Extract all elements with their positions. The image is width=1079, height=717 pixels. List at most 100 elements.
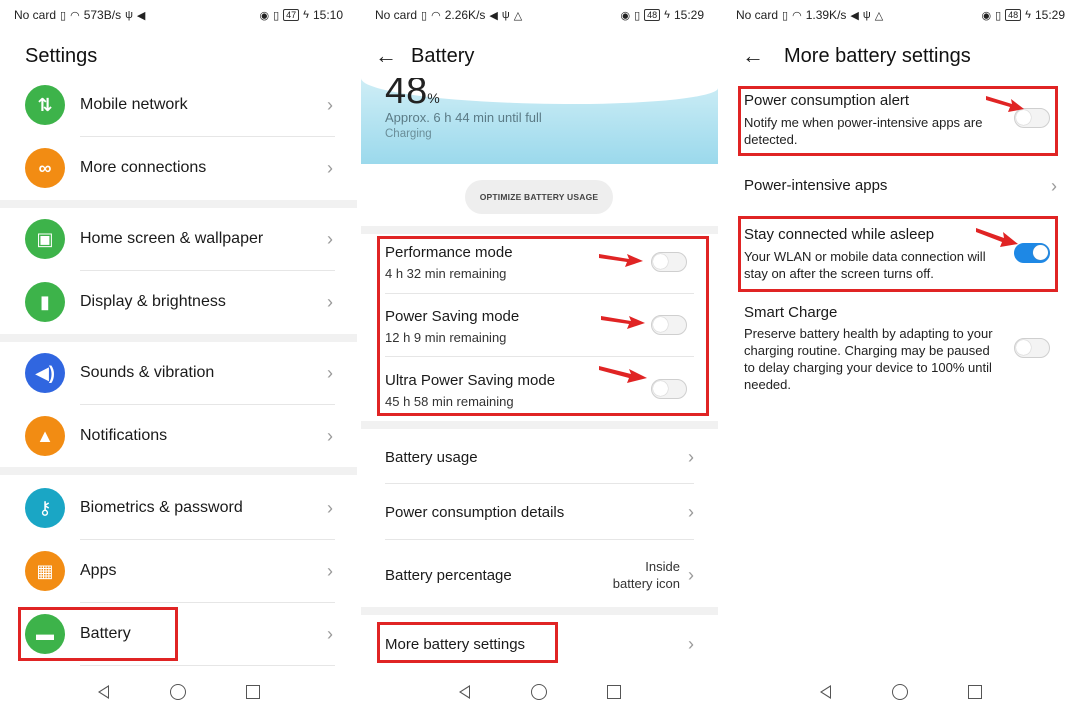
cast-icon: ◀: [136, 9, 146, 22]
usb-icon: ψ: [501, 9, 510, 21]
battery-level: 48: [1005, 9, 1022, 21]
eye-icon: ◉: [981, 9, 992, 22]
settings-item-biometrics[interactable]: ⚷ Biometrics & password ›: [0, 487, 357, 529]
back-arrow-icon[interactable]: ←: [722, 43, 784, 69]
section-gap: [361, 421, 718, 429]
item-label: More battery settings: [385, 635, 526, 653]
carrier-text: No card: [14, 8, 57, 22]
performance-mode-toggle[interactable]: [651, 252, 687, 272]
item-label: Battery usage: [385, 448, 478, 466]
navigation-bar: [0, 667, 357, 717]
setting-title: Smart Charge: [744, 304, 838, 321]
settings-item-sounds[interactable]: ◀) Sounds & vibration ›: [0, 352, 357, 394]
home-nav-icon[interactable]: [530, 684, 547, 700]
settings-item-label: Notifications: [80, 427, 168, 444]
page-title: Battery: [411, 44, 475, 67]
settings-item-notifications[interactable]: ▲ Notifications ›: [0, 415, 357, 457]
network-speed: 2.26K/s: [444, 8, 486, 22]
settings-item-label: Display & brightness: [80, 293, 226, 310]
key-icon: ⚷: [25, 488, 65, 528]
item-label: Power consumption details: [385, 503, 565, 521]
chevron-right-icon: ›: [327, 560, 333, 581]
page-title: More battery settings: [784, 44, 971, 67]
chevron-right-icon: ›: [327, 623, 333, 644]
sim-icon: ▯: [782, 9, 789, 22]
settings-item-home-screen[interactable]: ▣ Home screen & wallpaper ›: [0, 218, 357, 260]
settings-screen: No card ▯ ◠ 573B/s ψ ◀ ◉ ▯ 47 ϟ 15:10 Se…: [0, 0, 357, 717]
settings-item-label: Mobile network: [80, 96, 188, 113]
back-arrow-icon[interactable]: ←: [361, 43, 411, 69]
navigation-bar: [361, 667, 718, 717]
recents-nav-icon[interactable]: [967, 685, 982, 699]
recents-nav-icon[interactable]: [606, 685, 621, 699]
chevron-right-icon: ›: [688, 501, 694, 522]
mode-title: Ultra Power Saving mode: [385, 372, 556, 389]
mobile-data-icon: ⇅: [25, 85, 65, 125]
settings-item-label: Apps: [80, 562, 117, 579]
divider: [385, 293, 694, 294]
navigation-bar: [722, 667, 1079, 717]
chevron-right-icon: ›: [327, 157, 333, 178]
more-battery-settings-row[interactable]: More battery settings ›: [361, 623, 718, 665]
settings-item-label: Battery: [80, 625, 131, 642]
divider: [385, 483, 694, 484]
vibrate-icon: ▯: [634, 9, 641, 22]
back-nav-icon[interactable]: [97, 684, 110, 700]
home-nav-icon[interactable]: [891, 684, 908, 700]
settings-item-apps[interactable]: ▦ Apps ›: [0, 550, 357, 592]
vibrate-icon: ▯: [273, 9, 280, 22]
eye-icon: ◉: [620, 9, 631, 22]
wifi-icon: ◠: [70, 9, 80, 22]
phone-brightness-icon: ▮: [25, 282, 65, 322]
warning-icon: △: [874, 9, 884, 22]
sim-icon: ▯: [60, 9, 67, 22]
recents-nav-icon[interactable]: [245, 685, 260, 699]
more-battery-settings-screen: No card ▯ ◠ 1.39K/s ◀ ψ △ ◉ ▯ 48 ϟ 15:29…: [722, 0, 1079, 717]
annotation-arrow-icon: [601, 316, 645, 329]
chevron-right-icon: ›: [327, 497, 333, 518]
settings-item-label: Biometrics & password: [80, 499, 243, 516]
back-nav-icon[interactable]: [458, 684, 471, 700]
item-label: Battery percentage: [385, 566, 512, 584]
ultra-power-saving-mode-toggle[interactable]: [651, 379, 687, 399]
chevron-right-icon: ›: [327, 291, 333, 312]
power-consumption-details-row[interactable]: Power consumption details ›: [361, 491, 718, 533]
sim-icon: ▯: [421, 9, 428, 22]
power-intensive-apps-row[interactable]: Power-intensive apps ›: [722, 165, 1079, 207]
smart-charge-toggle[interactable]: [1014, 338, 1050, 358]
speaker-icon: ◀): [25, 353, 65, 393]
section-gap: [361, 226, 718, 234]
setting-title: Power-intensive apps: [744, 177, 888, 194]
page-title-bar: ← More battery settings: [722, 36, 1079, 76]
settings-item-mobile-network[interactable]: ⇅ Mobile network ›: [0, 84, 357, 126]
chevron-right-icon: ›: [688, 564, 694, 585]
divider: [80, 539, 335, 540]
settings-item-battery[interactable]: ▬ Battery ›: [0, 613, 357, 655]
mode-title: Performance mode: [385, 244, 513, 261]
power-saving-mode-toggle[interactable]: [651, 315, 687, 335]
charge-time-estimate: Approx. 6 h 44 min until full: [385, 110, 542, 125]
battery-screen: No card ▯ ◠ 2.26K/s ◀ ψ △ ◉ ▯ 48 ϟ 15:29…: [361, 0, 718, 717]
network-speed: 573B/s: [83, 8, 122, 22]
battery-usage-row[interactable]: Battery usage ›: [361, 436, 718, 478]
back-nav-icon[interactable]: [819, 684, 832, 700]
battery-level: 48: [644, 9, 661, 21]
annotation-arrow-icon: [976, 228, 1018, 247]
battery-level: 47: [283, 9, 300, 21]
settings-item-label: More connections: [80, 159, 207, 176]
charging-icon: ϟ: [303, 9, 309, 21]
divider: [80, 136, 335, 137]
mode-remaining: 4 h 32 min remaining: [385, 266, 507, 281]
optimize-battery-button[interactable]: OPTIMIZE BATTERY USAGE: [465, 180, 613, 214]
divider: [385, 539, 694, 540]
battery-percentage-row[interactable]: Battery percentage Inside battery icon ›: [361, 553, 718, 597]
link-icon: ∞: [25, 148, 65, 188]
settings-item-display[interactable]: ▮ Display & brightness ›: [0, 281, 357, 323]
settings-item-more-connections[interactable]: ∞ More connections ›: [0, 147, 357, 189]
settings-item-label: Home screen & wallpaper: [80, 230, 264, 247]
annotation-arrow-icon: [599, 366, 647, 383]
image-icon: ▣: [25, 219, 65, 259]
battery-status-card: 48% Approx. 6 h 44 min until full Chargi…: [361, 78, 718, 164]
wifi-icon: ◠: [792, 9, 802, 22]
home-nav-icon[interactable]: [169, 684, 186, 700]
